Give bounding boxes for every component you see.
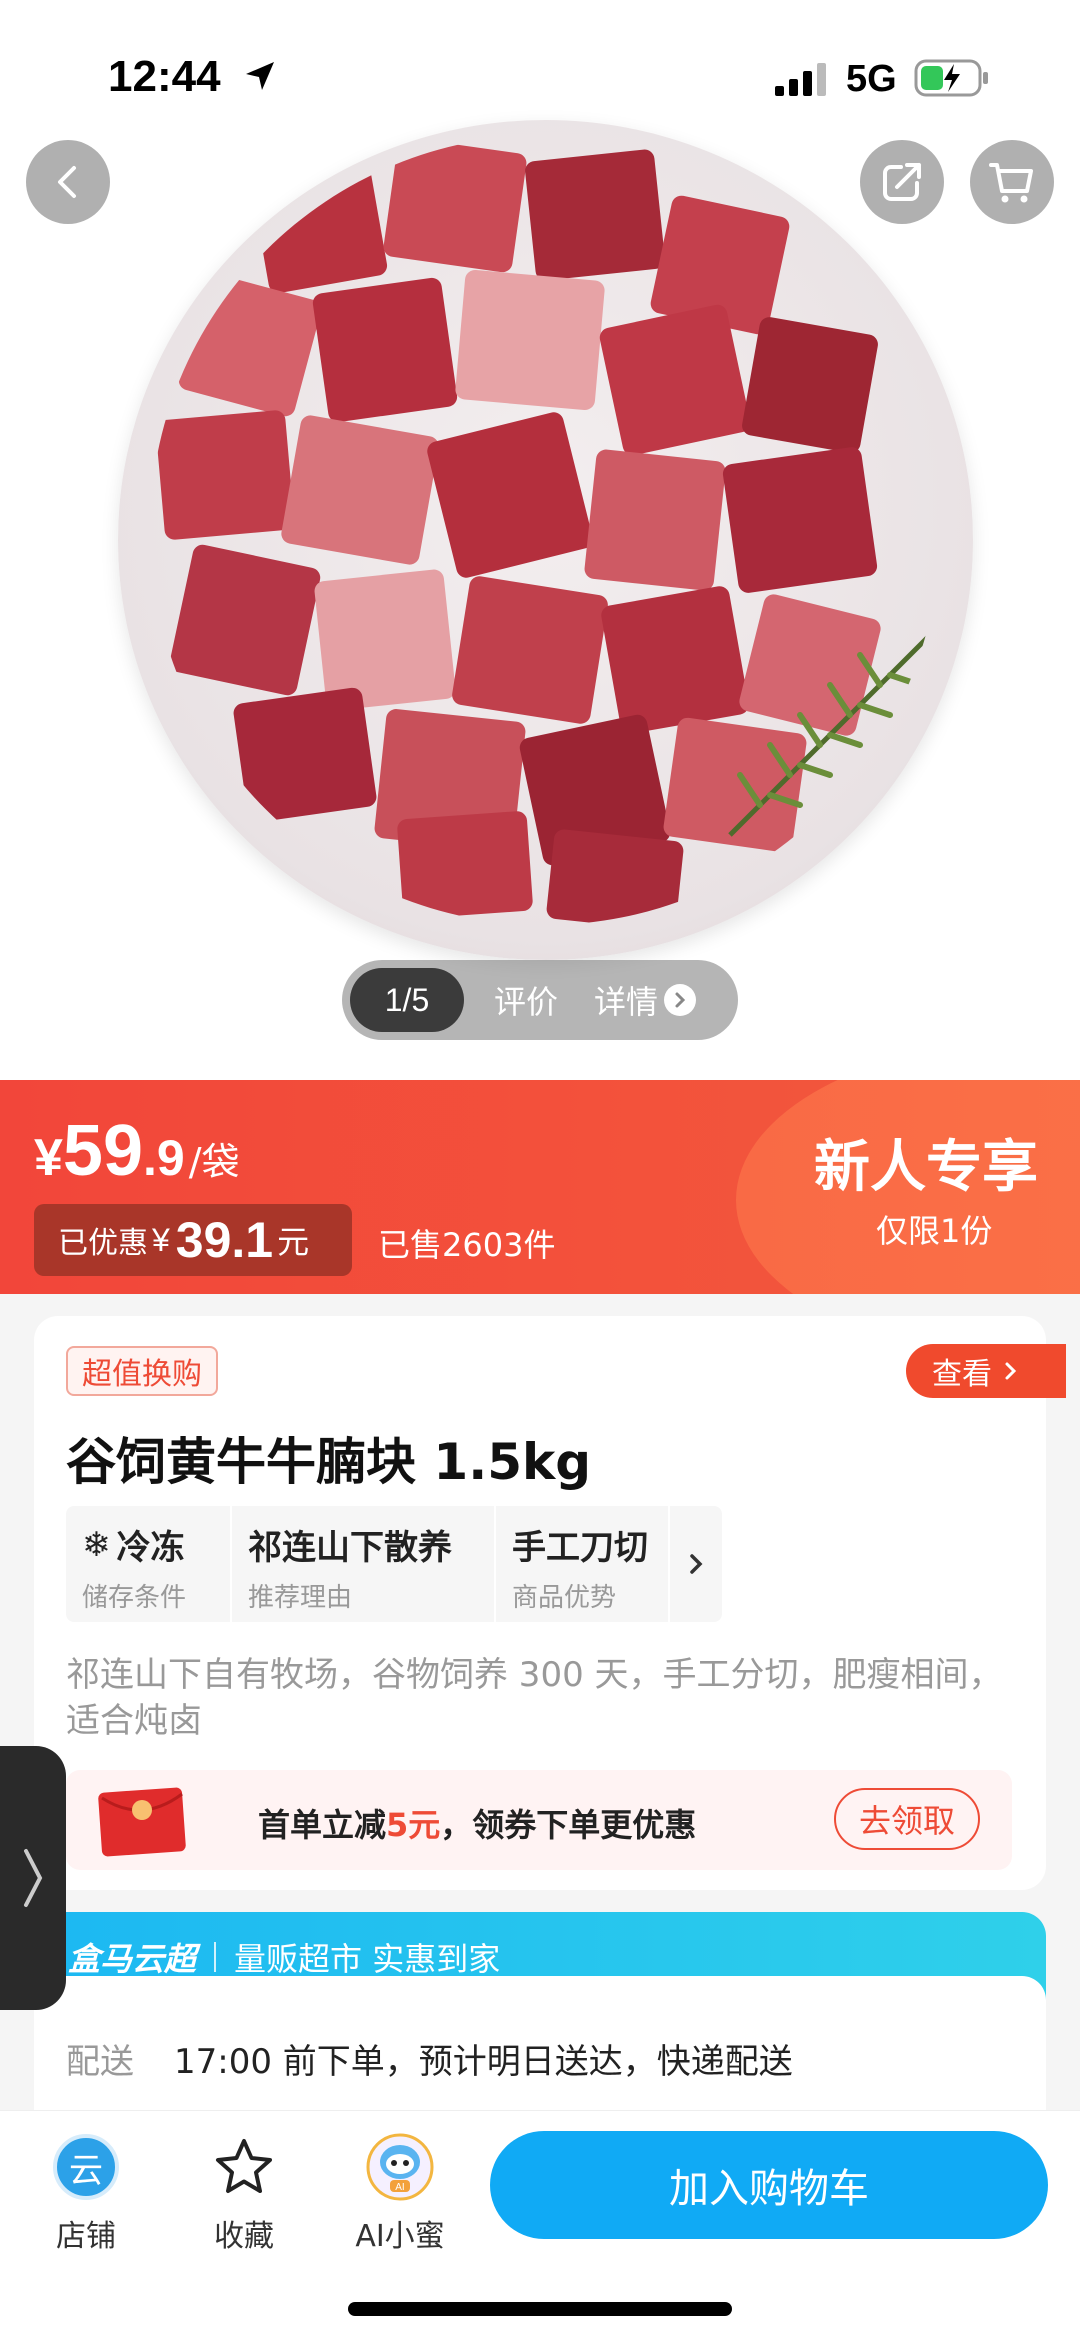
delivery-label: 配送: [66, 2042, 134, 2082]
delivery-text: 17:00 前下单，预计明日送达，快递配送: [174, 2042, 793, 2082]
add-to-cart-button[interactable]: 加入购物车: [490, 2131, 1048, 2239]
cart-icon: [989, 163, 1033, 203]
product-image-gallery[interactable]: 12:44 5G 1/5 评价 详情: [0, 0, 1080, 1080]
store-icon-text: 云: [69, 2150, 103, 2191]
snowflake-icon: ❄: [82, 1524, 111, 1565]
favorite-label: 收藏: [214, 2219, 274, 2254]
chevron-left-icon: [58, 166, 76, 198]
share-button[interactable]: [860, 140, 944, 224]
back-button[interactable]: [26, 140, 110, 224]
tab-reviews[interactable]: 评价: [494, 977, 558, 1023]
product-description: 祁连山下自有牧场，谷物饲养 300 天，手工分切，肥瘦相间，适合炖卤: [66, 1655, 1003, 1741]
coupon-text-before: 首单立减: [258, 1806, 387, 1844]
status-time: 12:44: [108, 52, 221, 101]
view-button-label: 查看: [932, 1357, 992, 1392]
discount-badge: 已优惠 ¥ 39.1 元: [34, 1204, 352, 1276]
home-indicator: [348, 2302, 732, 2316]
divider: [214, 1942, 217, 1972]
cart-button[interactable]: [970, 140, 1054, 224]
chevron-right-icon: [664, 984, 697, 1016]
exchange-tag: 超值换购: [66, 1346, 218, 1396]
product-title: 谷饲黄牛牛腩块 1.5kg: [66, 1433, 592, 1491]
attribute-key: 推荐理由: [248, 1583, 353, 1613]
attribute-key: 商品优势: [512, 1583, 617, 1613]
ai-assistant-button[interactable]: AI AI小蜜: [340, 2127, 460, 2255]
store-label: 店铺: [56, 2219, 116, 2254]
tab-detail-label: 详情: [594, 983, 659, 1021]
store-button[interactable]: 云 店铺: [26, 2127, 146, 2255]
price-symbol: ¥: [34, 1129, 63, 1187]
discount-prefix: 已优惠: [58, 1226, 148, 1261]
attribute-key: 储存条件: [82, 1583, 187, 1613]
attribute-value: 冷冻: [116, 1528, 185, 1568]
location-arrow-icon: [246, 62, 274, 90]
coupon-amount: 5元: [386, 1806, 441, 1844]
price-unit: /袋: [188, 1140, 240, 1184]
attribute-advantage: 手工刀切 商品优势: [496, 1506, 670, 1622]
price-integer: 59: [62, 1111, 144, 1191]
hema-slogan: 量贩超市 实惠到家: [234, 1940, 501, 1978]
chevron-right-icon: [24, 1849, 43, 1907]
share-icon: [883, 163, 921, 201]
discount-unit: 元: [277, 1223, 310, 1261]
ai-assistant-icon: AI: [366, 2133, 434, 2201]
image-index: 1/5: [350, 968, 464, 1032]
coupon-text: 首单立减5元，领券下单更优惠: [258, 1800, 696, 1846]
battery-icon: [914, 59, 988, 97]
price-banner: ¥ 59 .9 /袋 已优惠 ¥ 39.1 元 已售2603件 新人专享 仅限1…: [0, 1080, 1080, 1294]
claim-coupon-button[interactable]: 去领取: [834, 1788, 980, 1850]
coupon-banner[interactable]: 首单立减5元，领券下单更优惠 去领取: [66, 1770, 1012, 1870]
chevron-right-icon[interactable]: [670, 1506, 722, 1622]
rosemary-garnish: [728, 633, 932, 837]
hema-brand: 盒马云超: [68, 1940, 197, 1978]
store-icon: 云: [53, 2134, 119, 2200]
view-button[interactable]: 查看: [906, 1344, 1066, 1398]
product-attributes[interactable]: ❄ 冷冻 储存条件 祁连山下散养 推荐理由 手工刀切 商品优势: [66, 1506, 722, 1622]
tab-detail[interactable]: 详情: [594, 977, 697, 1023]
price: ¥ 59 .9 /袋: [34, 1110, 240, 1192]
discount-value: 39.1: [175, 1212, 274, 1268]
sold-count: 已售2603件: [378, 1226, 556, 1264]
attribute-value: 手工刀切: [512, 1528, 648, 1568]
status-bar: 12:44 5G: [0, 0, 1080, 150]
delivery-card[interactable]: 配送 17:00 前下单，预计明日送达，快递配送: [34, 1976, 1046, 2116]
svg-text:AI: AI: [395, 2182, 404, 2193]
ai-label: AI小蜜: [355, 2219, 445, 2254]
attribute-reason: 祁连山下散养 推荐理由: [232, 1506, 496, 1622]
promo-subtitle: 仅限1份: [876, 1212, 993, 1250]
side-drawer-handle[interactable]: [0, 1746, 66, 2010]
attribute-value: 祁连山下散养: [248, 1528, 452, 1568]
product-info-card: 超值换购 查看 谷饲黄牛牛腩块 1.5kg ❄ 冷冻 储存条件 祁连山下散养 推…: [34, 1316, 1066, 1890]
discount-symbol: ¥: [152, 1221, 170, 1258]
chevron-right-icon: [1005, 1362, 1017, 1380]
red-envelope-icon: [98, 1787, 186, 1857]
product-image-beef-cubes: [150, 135, 940, 925]
network-label: 5G: [846, 58, 897, 100]
attribute-storage: ❄ 冷冻 储存条件: [66, 1506, 232, 1622]
price-decimal: .9: [143, 1130, 185, 1186]
favorite-button[interactable]: 收藏: [184, 2127, 304, 2255]
coupon-text-after: ，领券下单更优惠: [440, 1806, 697, 1844]
signal-icon: [775, 63, 826, 96]
promo-title: 新人专享: [814, 1135, 1038, 1200]
image-pager: 1/5 评价 详情: [342, 960, 738, 1040]
star-icon: [216, 2139, 272, 2193]
